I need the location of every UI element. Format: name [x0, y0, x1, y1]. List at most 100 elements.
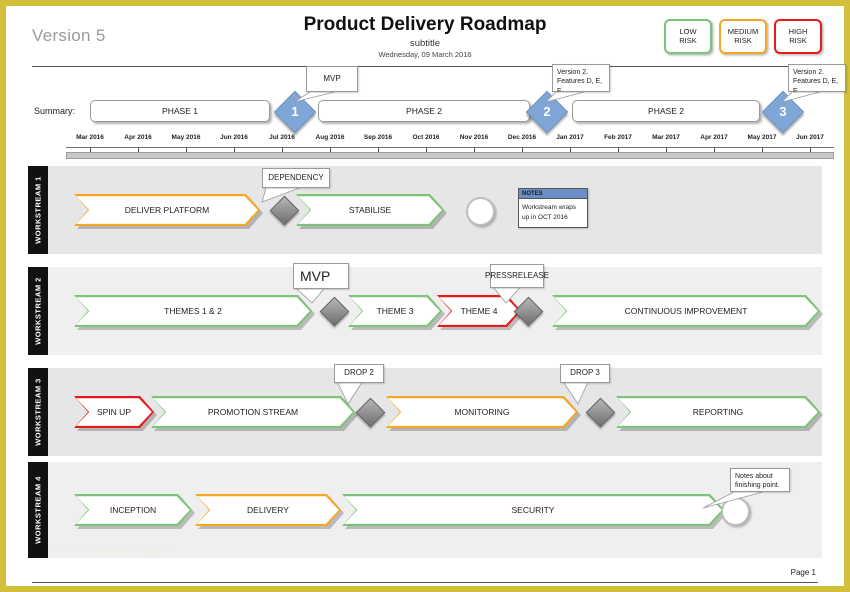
- task-bar[interactable]: THEME 3: [348, 295, 442, 327]
- task-bar[interactable]: THEMES 1 & 2: [74, 295, 312, 327]
- task-bar-label: REPORTING: [692, 407, 744, 417]
- callout-text: finishing point.: [735, 482, 780, 490]
- task-bar-label: DELIVERY: [247, 505, 289, 515]
- task-bar[interactable]: CONTINUOUS IMPROVEMENT: [552, 295, 820, 327]
- milestone-diamond[interactable]: [269, 195, 300, 226]
- timeline-tick-label: Jun 2016: [220, 134, 248, 141]
- roadmap-page: Version 5 Product Delivery Roadmap subti…: [6, 6, 846, 586]
- risk-key-medium[interactable]: MEDIUM RISK: [719, 19, 767, 54]
- task-bar[interactable]: DELIVER PLATFORM: [74, 194, 260, 226]
- callout-text: PRESS: [484, 270, 513, 280]
- task-bar[interactable]: SECURITY: [342, 494, 724, 526]
- timeline-tick-label: Dec 2016: [507, 134, 537, 141]
- callout-text: Version 2.: [557, 69, 589, 76]
- workstream-label-tab[interactable]: WORKSTREAM 1: [28, 166, 48, 254]
- task-bar[interactable]: PROMOTION STREAM: [151, 396, 355, 428]
- timeline-axis-labels: Mar 2016 Apr 2016 May 2016 Jun 2016 Jul 2016…: [66, 134, 836, 146]
- workstream-label: WORKSTREAM 3: [33, 378, 43, 446]
- milestone-circle[interactable]: [466, 197, 495, 226]
- task-bar-label: THEME 3: [376, 306, 414, 316]
- milestone-diamond[interactable]: [355, 397, 386, 428]
- timeline-tick-label: Sep 2016: [363, 134, 393, 141]
- callout-box[interactable]: DEPENDENCY: [262, 168, 330, 188]
- timeline-tick-label: Feb 2017: [604, 134, 632, 141]
- milestone-diamond[interactable]: [319, 296, 350, 327]
- timeline-tick-label: Jan 2017: [556, 134, 584, 141]
- timeline-tick-label: Nov 2016: [459, 134, 489, 141]
- callout-box[interactable]: MVP: [293, 263, 349, 289]
- milestone-diamond[interactable]: [513, 296, 544, 327]
- summary-phase-bar[interactable]: PHASE 1: [90, 100, 270, 122]
- timeline-tick-label: Jul 2016: [269, 134, 295, 141]
- timeline-tick-label: Apr 2017: [700, 134, 728, 141]
- milestone-diamond[interactable]: [585, 397, 616, 428]
- workstream-row: WORKSTREAM 1 DELIVER PLATFORM STABILISE NOT…: [28, 166, 822, 254]
- header-divider: [32, 66, 818, 67]
- task-bar-label: PROMOTION STREAM: [207, 407, 299, 417]
- task-bar-label: THEMES 1 & 2: [164, 306, 222, 316]
- callout-leader-line: [337, 382, 363, 405]
- task-bar[interactable]: DELIVERY: [195, 494, 341, 526]
- workstream-label-tab[interactable]: WORKSTREAM 2: [28, 267, 48, 355]
- summary-phase-bar[interactable]: PHASE 2: [572, 100, 760, 122]
- summary-phase-label: PHASE 1: [162, 106, 198, 116]
- timeline-tick-label: Mar 2017: [652, 134, 680, 141]
- notes-text: Workstream wraps up in OCT 2016: [522, 204, 577, 221]
- callout-text: MVP: [323, 73, 341, 83]
- timeline-tick-label: May 2016: [171, 134, 201, 141]
- callout-leader-line: [563, 382, 589, 405]
- callout-leader-line: [261, 187, 300, 203]
- callout-text: Notes about: [735, 473, 773, 480]
- risk-key-high[interactable]: HIGH RISK: [774, 19, 822, 54]
- callout-box[interactable]: Version 2. Features D, E, F: [788, 64, 846, 95]
- task-bar-label: INCEPTION: [109, 505, 157, 515]
- workstream-label: WORKSTREAM 1: [33, 176, 43, 244]
- callout-box[interactable]: PRESS RELEASE: [485, 264, 549, 288]
- timeline-tick-label: Apr 2016: [124, 134, 152, 141]
- summary-label: Summary:: [34, 106, 76, 116]
- risk-key-low[interactable]: LOW RISK: [664, 19, 712, 54]
- callout-box[interactable]: Version 2. Features D, E, F: [552, 64, 610, 95]
- task-bar-label: DELIVER PLATFORM: [124, 205, 210, 215]
- task-bar[interactable]: SPIN UP: [74, 396, 154, 428]
- timeline-bar: [66, 152, 834, 159]
- task-bar-label: THEME 4: [460, 306, 498, 316]
- task-bar-label: SPIN UP: [96, 407, 131, 417]
- summary-phase-label: PHASE 2: [648, 106, 684, 116]
- callout-text: MVP: [300, 267, 331, 284]
- callout-box[interactable]: Notes about finishing point.: [730, 468, 790, 492]
- timeline-tick-label: Jun 2017: [796, 134, 824, 141]
- task-bar[interactable]: REPORTING: [616, 396, 820, 428]
- timeline-tick-label: Mar 2016: [76, 134, 104, 141]
- callout-text: RELEASE: [512, 270, 550, 280]
- task-bar-label: SECURITY: [511, 505, 555, 515]
- callout-text: DEPENDENCY: [268, 172, 324, 182]
- timeline-tick-label: Aug 2016: [315, 134, 345, 141]
- workstream-row: WORKSTREAM 3 SPIN UP PROMOTION STREAM MONIT…: [28, 368, 822, 456]
- workstream-row: WORKSTREAM 2 THEMES 1 & 2 THEME 3 THEME 4 CO…: [28, 267, 822, 355]
- notes-box[interactable]: NOTES Workstream wraps up in OCT 2016: [518, 188, 588, 228]
- callout-leader-line: [295, 288, 325, 304]
- callout-box[interactable]: MVP: [306, 66, 358, 92]
- risk-key-sublabel: RISK: [789, 35, 807, 45]
- timeline-axis-line: [66, 147, 834, 148]
- callout-leader-line: [780, 91, 821, 103]
- callout-leader-line: [702, 491, 764, 509]
- task-bar-label: CONTINUOUS IMPROVEMENT: [624, 306, 748, 316]
- workstream-label: WORKSTREAM 2: [33, 277, 43, 345]
- risk-key-sublabel: RISK: [679, 35, 697, 45]
- callout-text: DROP 2: [344, 368, 374, 378]
- summary-phase-bar[interactable]: PHASE 2: [318, 100, 530, 122]
- callout-leader-line: [544, 91, 585, 103]
- risk-key-legend: LOW RISK MEDIUM RISK HIGH RISK: [664, 19, 822, 54]
- task-bar-label: MONITORING: [454, 407, 510, 417]
- callout-text: Version 2.: [793, 69, 825, 76]
- workstream-label-tab[interactable]: WORKSTREAM 3: [28, 368, 48, 456]
- task-bar[interactable]: STABILISE: [296, 194, 444, 226]
- callout-text: DROP 3: [570, 368, 600, 378]
- task-bar[interactable]: INCEPTION: [74, 494, 192, 526]
- page-number: Page 1: [790, 568, 816, 577]
- task-bar[interactable]: MONITORING: [386, 396, 578, 428]
- workstream-label-tab[interactable]: WORKSTREAM 4: [28, 462, 48, 558]
- footer-divider: [32, 582, 818, 583]
